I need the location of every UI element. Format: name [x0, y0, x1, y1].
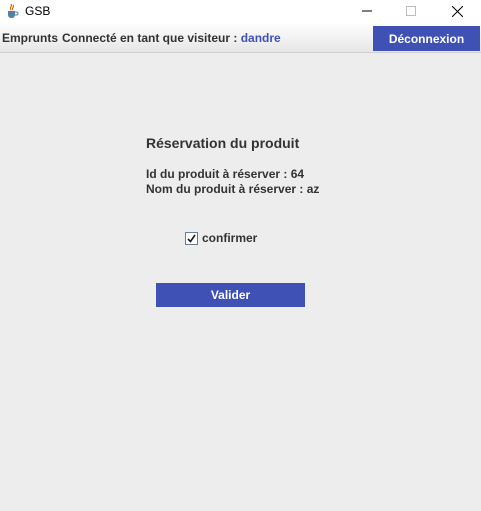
page-title: Réservation du produit [146, 135, 300, 151]
close-icon [451, 5, 463, 17]
minimize-icon [362, 10, 372, 12]
java-cup-icon [8, 3, 19, 18]
validate-button[interactable]: Valider [156, 283, 305, 307]
maximize-icon [406, 6, 416, 16]
confirm-checkbox-label: confirmer [202, 231, 258, 245]
confirm-checkbox-row[interactable]: confirmer [185, 231, 257, 245]
emprunts-label: Emprunts [2, 31, 59, 45]
maximize-button[interactable] [388, 0, 434, 22]
minimize-button[interactable] [344, 0, 390, 22]
close-window-button[interactable] [434, 0, 480, 22]
logout-button[interactable]: Déconnexion [373, 26, 480, 51]
checkmark-icon [187, 234, 196, 243]
connected-prefix: Connecté en tant que visiteur : [62, 31, 238, 45]
window-title: GSB [25, 4, 51, 18]
connected-as-text: Connecté en tant que visiteur : dandre [62, 31, 281, 45]
title-bar: GSB [0, 0, 481, 22]
product-id-text: Id du produit à réserver : 64 [146, 167, 305, 181]
username: dandre [240, 31, 281, 45]
product-name-text: Nom du produit à réserver : az [146, 182, 320, 196]
confirm-checkbox[interactable] [185, 231, 198, 245]
